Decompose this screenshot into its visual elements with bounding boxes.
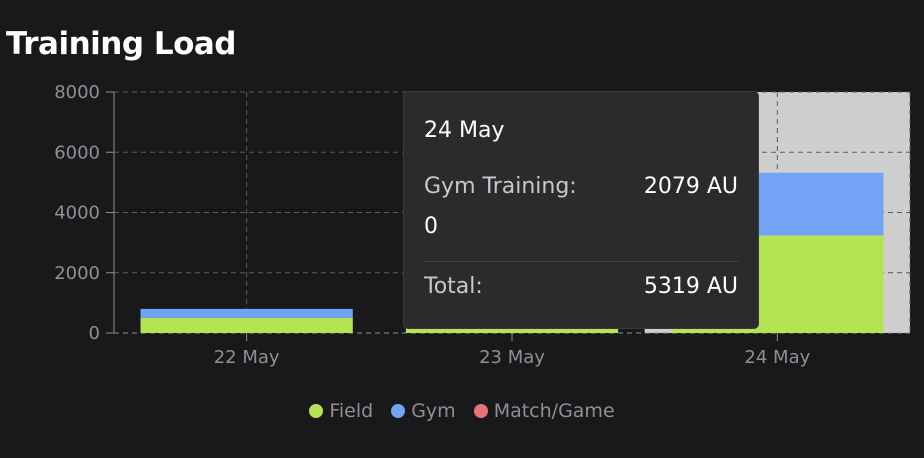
legend-item-field[interactable]: Field (309, 400, 373, 422)
tooltip-total-label: Total: (424, 274, 483, 299)
y-tick-label: 4000 (54, 203, 100, 224)
legend-item-match-game[interactable]: Match/Game (473, 400, 615, 422)
legend-label-match-game: Match/Game (493, 400, 615, 422)
legend-swatch-field (309, 404, 324, 418)
tooltip-divider (424, 261, 738, 262)
legend-swatch-gym (391, 404, 406, 418)
tooltip-extra-value: 0 (424, 214, 438, 239)
legend-label-field: Field (329, 400, 374, 422)
tooltip-total-value: 5319 AU (643, 274, 738, 299)
bar-field-1[interactable] (405, 328, 619, 333)
chart-legend: Field Gym Match/Game (0, 400, 924, 422)
tooltip-series-value: 2079 AU (643, 174, 738, 199)
y-tick-label: 2000 (54, 263, 100, 284)
tooltip-series-label: Gym Training: (424, 174, 577, 199)
y-tick-label: 8000 (54, 82, 100, 103)
legend-swatch-match-game (473, 404, 488, 418)
tooltip-date: 24 May (424, 118, 505, 143)
bar-field-0[interactable] (140, 317, 353, 333)
legend-label-gym: Gym (411, 400, 456, 422)
x-tick-label: 22 May (214, 347, 280, 368)
x-tick-label: 23 May (479, 347, 545, 368)
bar-gym-0[interactable] (140, 308, 353, 318)
x-tick-label: 24 May (744, 347, 810, 368)
chart-tooltip: 24 May Gym Training: 2079 AU 0 Total: 53… (403, 91, 759, 329)
y-tick-label: 6000 (54, 142, 100, 163)
y-tick-label: 0 (89, 323, 100, 344)
legend-item-gym[interactable]: Gym (391, 400, 456, 422)
